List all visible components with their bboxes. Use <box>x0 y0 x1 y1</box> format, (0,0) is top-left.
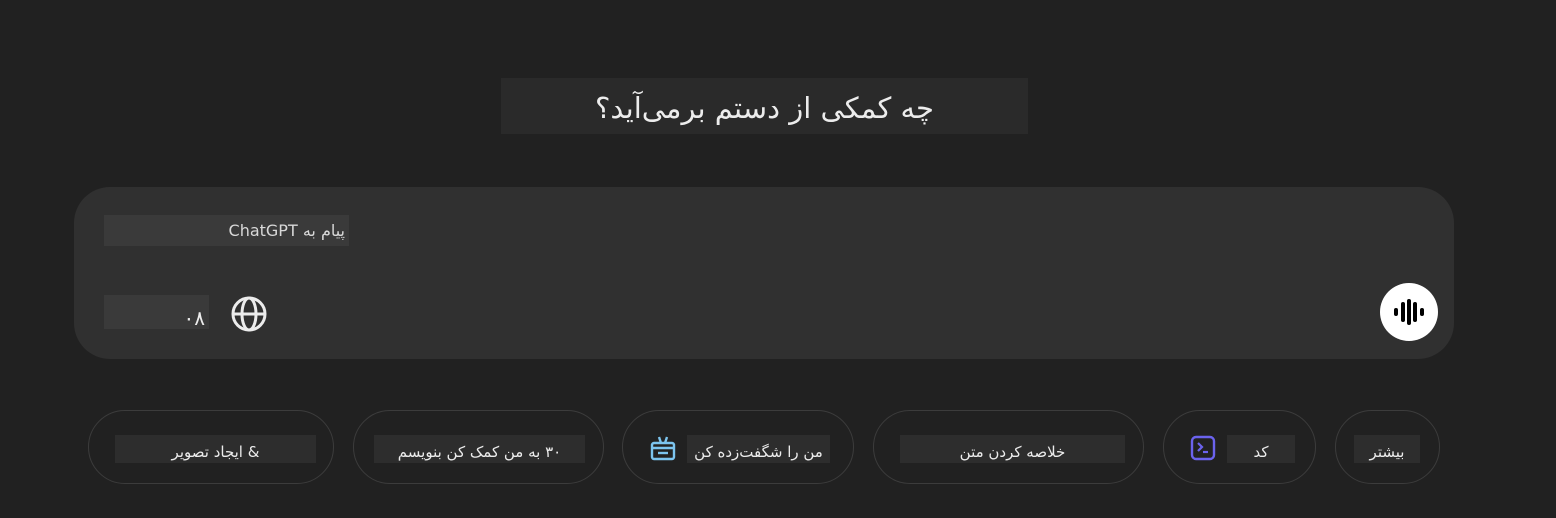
help-me-write-label: ۳۰ به من کمک کن بنویسم <box>397 443 562 461</box>
voice-waveform-icon <box>1394 299 1424 325</box>
heading-container: چه کمکی از دستم برمی‌آید؟ <box>501 78 1028 134</box>
create-image-chip[interactable]: & ایجاد تصویر <box>88 410 334 484</box>
code-label-box: کد <box>1227 435 1295 463</box>
voice-mode-button[interactable] <box>1380 283 1438 341</box>
model-label: ۰۸ <box>183 306 205 329</box>
more-label: بیشتر <box>1369 443 1405 461</box>
more-chip[interactable]: بیشتر <box>1335 410 1440 484</box>
summarize-text-label: خلاصه کردن متن <box>959 443 1066 461</box>
code-label: کد <box>1253 443 1269 461</box>
create-image-label-box: & ایجاد تصویر <box>115 435 316 463</box>
summarize-text-label-box: خلاصه کردن متن <box>900 435 1125 463</box>
chat-home: چه کمکی از دستم برمی‌آید؟ پیام به ChatGP… <box>0 0 1556 518</box>
create-image-label: & ایجاد تصویر <box>171 443 260 461</box>
globe-icon <box>231 296 267 332</box>
more-label-box: بیشتر <box>1354 435 1420 463</box>
gift-box-icon <box>649 434 677 462</box>
page-title: چه کمکی از دستم برمی‌آید؟ <box>595 91 934 125</box>
search-web-button[interactable] <box>229 294 269 334</box>
surprise-me-label: من را شگفت‌زده کن <box>694 443 823 461</box>
message-composer[interactable]: پیام به ChatGPT ۰۸ <box>74 187 1454 359</box>
help-me-write-chip[interactable]: ۳۰ به من کمک کن بنویسم <box>353 410 604 484</box>
message-input-placeholder: پیام به ChatGPT <box>228 221 345 240</box>
terminal-icon <box>1189 434 1217 462</box>
message-input[interactable]: پیام به ChatGPT <box>104 215 349 246</box>
surprise-me-chip[interactable]: من را شگفت‌زده کن <box>622 410 854 484</box>
model-selector[interactable]: ۰۸ <box>104 295 209 329</box>
help-me-write-label-box: ۳۰ به من کمک کن بنویسم <box>374 435 585 463</box>
summarize-text-chip[interactable]: خلاصه کردن متن <box>873 410 1144 484</box>
code-chip[interactable]: کد <box>1163 410 1316 484</box>
surprise-me-label-box: من را شگفت‌زده کن <box>687 435 830 463</box>
